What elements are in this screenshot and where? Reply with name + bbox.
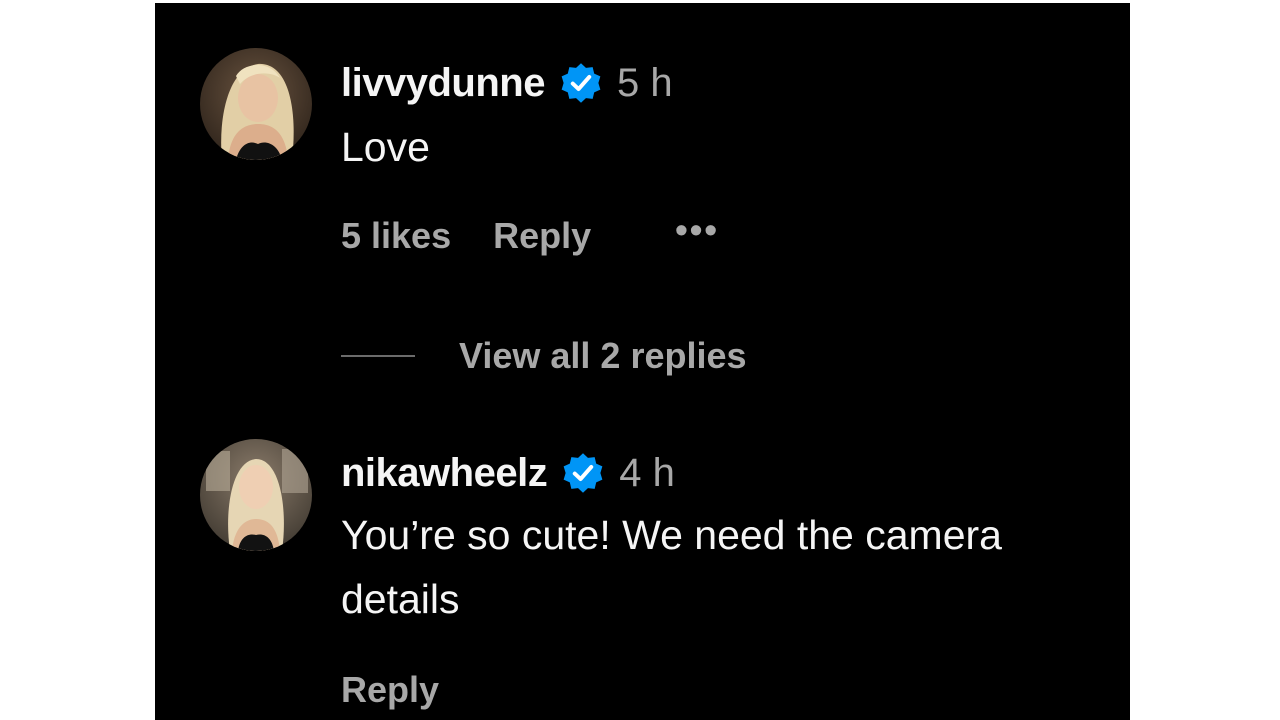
reply-button[interactable]: Reply [341, 669, 439, 711]
comment-item: nikawheelz 4 h You’re so cute! We need t… [155, 3, 1130, 720]
comment-header: nikawheelz 4 h [341, 447, 675, 499]
comments-panel: livvydunne 5 h Love 5 likes Reply ••• Vi… [155, 3, 1130, 720]
verified-badge-icon [563, 453, 603, 493]
avatar[interactable] [200, 439, 312, 551]
comment-actions: Reply [341, 665, 439, 715]
profile-photo-icon [200, 439, 312, 551]
username[interactable]: nikawheelz [341, 451, 548, 496]
comment-time: 4 h [619, 450, 675, 495]
comment-text: You’re so cute! We need the camera detai… [341, 512, 1002, 622]
